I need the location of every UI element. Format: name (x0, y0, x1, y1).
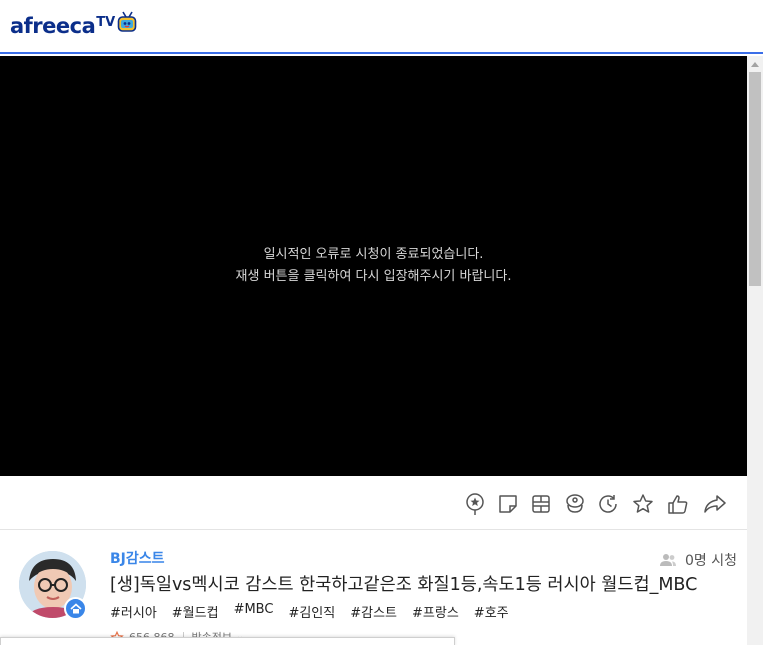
viewers-icon (660, 554, 676, 566)
hashtag-link[interactable]: #러시아 (110, 602, 157, 621)
vertical-scrollbar[interactable] (747, 56, 763, 645)
star-balloon-icon[interactable] (463, 492, 487, 516)
player-error-message: 일시적인 오류로 시청이 종료되었습니다. 재생 버튼을 클릭하여 다시 입장해… (0, 244, 747, 288)
hashtag-link[interactable]: #프랑스 (412, 602, 459, 621)
scroll-up-arrow-icon[interactable] (747, 56, 763, 72)
site-header: afreeca TV (0, 0, 763, 54)
hashtag-link[interactable]: #월드컵 (172, 602, 219, 621)
tv-mascot-icon (117, 11, 137, 37)
adballoon-icon[interactable] (563, 492, 587, 516)
afreecatv-logo[interactable]: afreeca TV (10, 11, 137, 38)
hashtag-link[interactable]: #호주 (474, 602, 509, 621)
favorite-star-icon[interactable] (631, 492, 655, 516)
video-player[interactable]: 일시적인 오류로 시청이 종료되었습니다. 재생 버튼을 클릭하여 다시 입장해… (0, 56, 747, 476)
home-badge-icon[interactable] (64, 597, 87, 620)
share-icon[interactable] (703, 492, 727, 516)
broadcast-info: BJ감스트 0명 시청 [생]독일vs멕시코 감스트 한국하고같은조 화질1등,… (0, 531, 747, 645)
bj-name-link[interactable]: BJ감스트 (110, 548, 165, 568)
hashtag-link[interactable]: #감스트 (350, 602, 397, 621)
hashtag-link[interactable]: #김인직 (288, 602, 335, 621)
scrollbar-thumb[interactable] (749, 72, 761, 286)
player-toolbar (0, 476, 747, 530)
player-error-line-1: 일시적인 오류로 시청이 종료되었습니다. (263, 247, 484, 262)
hashtag-list: #러시아 #월드컵 #MBC #김인직 #감스트 #프랑스 #호주 (110, 602, 524, 621)
broadcast-title: [생]독일vs멕시코 감스트 한국하고같은조 화질1등,속도1등 러시아 월드컵… (110, 575, 698, 595)
timemachine-icon[interactable] (596, 492, 620, 516)
player-error-line-2: 재생 버튼을 클릭하여 다시 입장해주시기 바랍니다. (235, 269, 512, 284)
sticker-icon[interactable] (496, 492, 520, 516)
hashtag-link[interactable]: #MBC (234, 602, 274, 621)
logo-tv-text: TV (96, 15, 116, 30)
viewer-count-text: 0명 시청 (685, 553, 737, 569)
page: afreeca TV 일시적인 오류로 시청이 종료되었습니다. 재생 버튼을 … (0, 0, 763, 645)
gift-icon[interactable] (529, 492, 553, 516)
partial-popup-panel (0, 637, 455, 645)
thumbs-up-icon[interactable] (666, 492, 690, 516)
viewer-count: 0명 시청 (659, 550, 737, 570)
logo-text: afreeca (10, 14, 96, 38)
